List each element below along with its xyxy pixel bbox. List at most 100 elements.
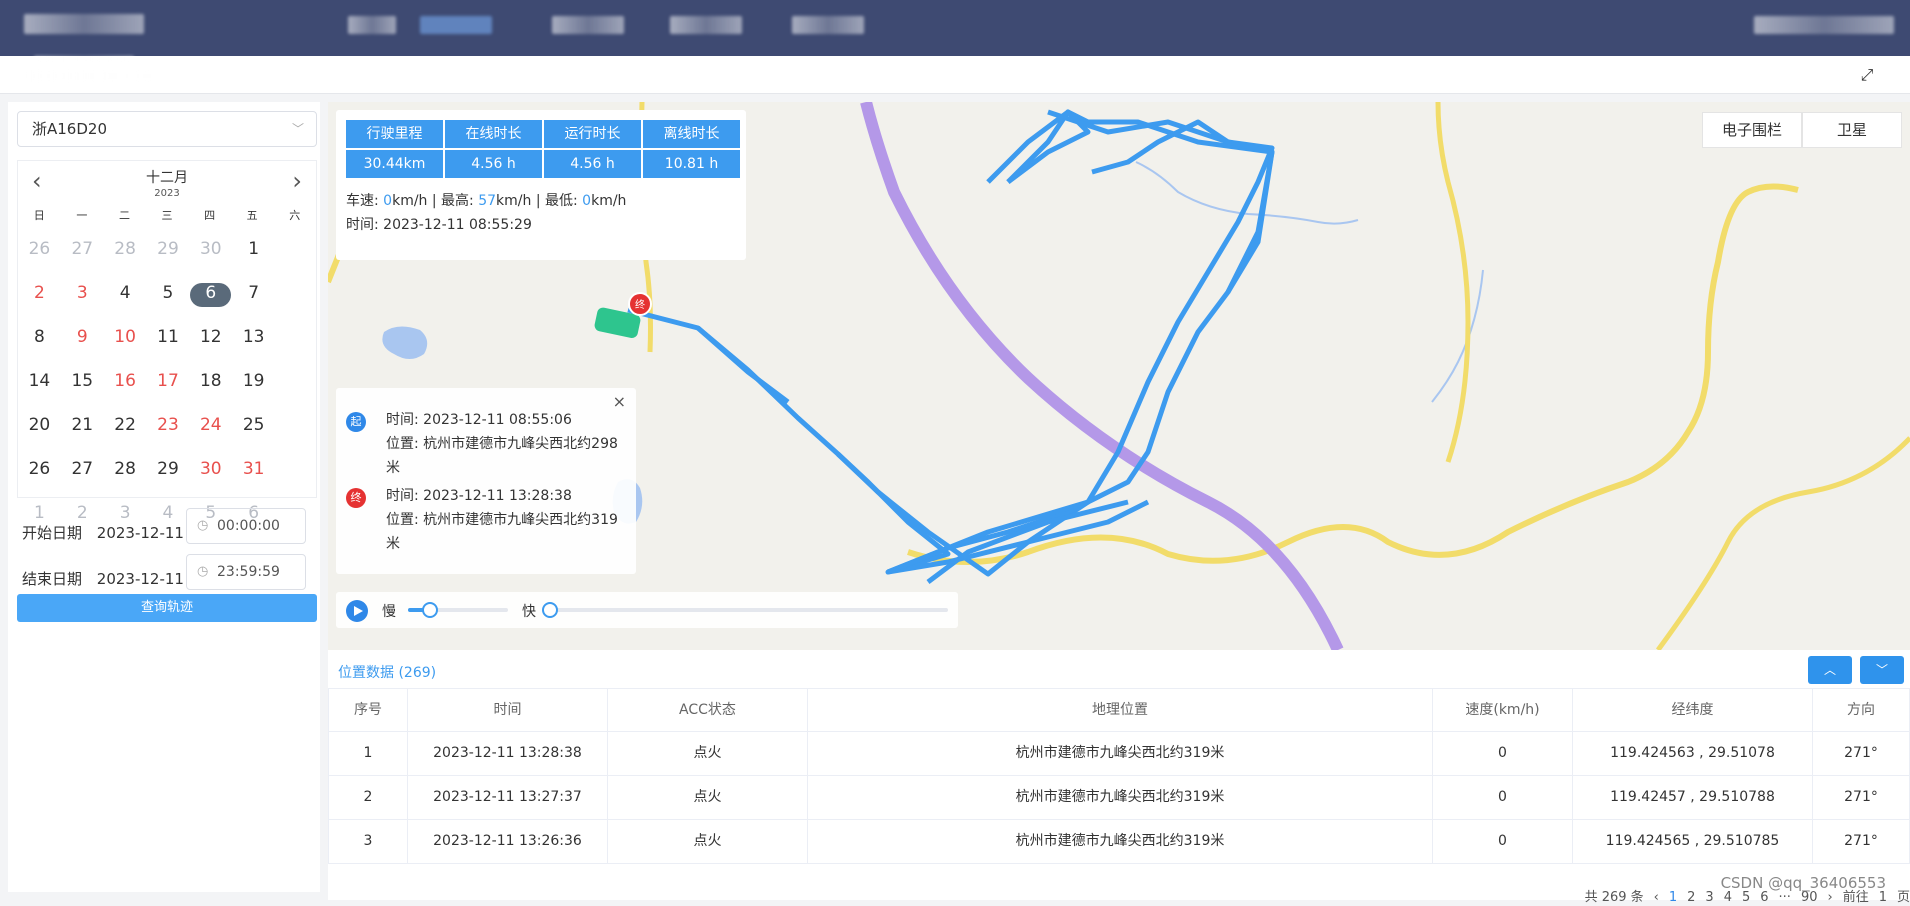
column-header[interactable]: 经纬度 <box>1573 689 1813 731</box>
pager-page[interactable]: 90 <box>1801 890 1818 905</box>
column-header[interactable]: 序号 <box>328 689 408 731</box>
nav-item-active[interactable] <box>420 16 492 34</box>
calendar-day[interactable]: 30 <box>189 227 232 271</box>
chevron-right-icon[interactable]: › <box>292 169 302 193</box>
progress-slider[interactable] <box>542 602 948 618</box>
calendar-day[interactable]: 11 <box>147 315 190 359</box>
calendar-day[interactable]: 24 <box>189 403 232 447</box>
calendar-day[interactable]: 29 <box>147 227 190 271</box>
fullscreen-icon[interactable]: ⤢ <box>1858 66 1876 84</box>
calendar-day[interactable]: 26 <box>18 447 61 491</box>
chevron-up-icon[interactable]: ︿ <box>1808 656 1852 684</box>
calendar-day[interactable]: 12 <box>189 315 232 359</box>
calendar-day[interactable]: 3 <box>61 271 104 315</box>
play-icon[interactable] <box>346 600 368 622</box>
pager-page[interactable]: 1 <box>1669 890 1677 905</box>
table-cell: 2023-12-11 13:28:38 <box>408 732 608 775</box>
calendar-day[interactable]: 27 <box>61 447 104 491</box>
table-row[interactable]: 3 2023-12-11 13:26:36 点火 杭州市建德市九峰尖西北约319米 0 1… <box>328 820 1910 864</box>
end-info: 时间: 2023-12-11 13:28:38 位置: 杭州市建德市九峰尖西北约… <box>386 484 626 556</box>
chevron-right-icon[interactable]: › <box>1827 890 1832 905</box>
calendar-day[interactable]: 4 <box>104 271 147 315</box>
layer-satellite-button[interactable]: 卫星 <box>1802 112 1902 148</box>
calendar-day[interactable]: 20 <box>18 403 61 447</box>
layer-fence-button[interactable]: 电子围栏 <box>1702 112 1802 148</box>
column-header[interactable]: 方向 <box>1813 689 1910 731</box>
progress-slider-handle[interactable] <box>542 602 558 618</box>
road <box>1655 436 1910 650</box>
pager-page[interactable]: 4 <box>1724 890 1732 905</box>
svg-text:终: 终 <box>635 298 645 311</box>
table-cell: 2 <box>328 776 408 819</box>
calendar-day[interactable]: 21 <box>61 403 104 447</box>
calendar-day[interactable]: 10 <box>104 315 147 359</box>
calendar-day-number: 21 <box>71 415 94 435</box>
speed-slider[interactable] <box>408 602 508 618</box>
table-cell: 1 <box>328 732 408 775</box>
calendar-day-number: 19 <box>242 371 265 391</box>
calendar-day[interactable]: 16 <box>104 359 147 403</box>
pager-page[interactable]: 2 <box>1687 890 1695 905</box>
column-header[interactable]: ACC状态 <box>608 689 808 731</box>
stats-value: 10.81 h <box>643 150 740 178</box>
calendar-day[interactable]: 14 <box>18 359 61 403</box>
calendar-day[interactable]: 15 <box>61 359 104 403</box>
calendar-day-number: 18 <box>199 371 222 391</box>
table-row[interactable]: 2 2023-12-11 13:27:37 点火 杭州市建德市九峰尖西北约319米 0 1… <box>328 776 1910 820</box>
nav-item[interactable] <box>670 16 742 34</box>
speed-line: 车速: 0km/h | 最高: 57km/h | 最低: 0km/h <box>346 190 626 210</box>
chevron-left-icon[interactable]: ‹ <box>32 169 42 193</box>
query-track-button[interactable]: 查询轨迹 <box>17 594 317 622</box>
calendar-day[interactable]: 6 <box>189 271 232 315</box>
column-header[interactable]: 速度(km/h) <box>1433 689 1573 731</box>
calendar-day-number: 27 <box>71 459 94 479</box>
calendar-day[interactable]: 9 <box>61 315 104 359</box>
table-row[interactable]: 1 2023-12-11 13:28:38 点火 杭州市建德市九峰尖西北约319米 0 1… <box>328 732 1910 776</box>
end-time-input[interactable]: ◷ 23:59:59 <box>186 554 306 590</box>
column-header[interactable]: 地理位置 <box>808 689 1433 731</box>
calendar-day[interactable]: 5 <box>147 271 190 315</box>
calendar-day[interactable]: 28 <box>104 227 147 271</box>
start-time-input[interactable]: ◷ 00:00:00 <box>186 508 306 544</box>
calendar-day[interactable]: 31 <box>232 447 275 491</box>
road <box>1435 102 1471 463</box>
user-menu[interactable] <box>1754 16 1894 34</box>
calendar-day[interactable]: 18 <box>189 359 232 403</box>
pager-goto-input[interactable]: 1 <box>1879 890 1887 905</box>
calendar-day[interactable]: 7 <box>232 271 275 315</box>
calendar-day[interactable]: 28 <box>104 447 147 491</box>
clock-icon: ◷ <box>197 564 209 579</box>
calendar-day[interactable]: 23 <box>147 403 190 447</box>
map-view[interactable]: 终 行驶里程 在线时长 运行时长 离线时长 30.44km 4.56 h 4.56 h 10.… <box>328 102 1910 650</box>
pager-page[interactable]: 6 <box>1760 890 1768 905</box>
calendar-day[interactable]: 29 <box>147 447 190 491</box>
speed-slider-handle[interactable] <box>422 602 438 618</box>
vehicle-select[interactable]: 浙A16D20 ﹀ <box>17 111 317 147</box>
calendar-day[interactable]: 19 <box>232 359 275 403</box>
calendar-days: 26 27 28 29 30 1 2 3 4 5 6 7 8 9 10 11 12 13 14 15 16 17 18 19 2… <box>18 227 316 535</box>
calendar-day-number: 1 <box>34 503 45 523</box>
stats-time: 时间: 2023-12-11 08:55:29 <box>346 217 532 233</box>
calendar-day-number: 10 <box>114 327 136 347</box>
stats-header: 运行时长 <box>544 120 641 148</box>
table-cell: 0 <box>1433 820 1573 863</box>
nav-item[interactable] <box>552 16 624 34</box>
pager-page[interactable]: 3 <box>1705 890 1713 905</box>
chevron-left-icon[interactable]: ‹ <box>1654 890 1659 905</box>
calendar-day[interactable]: 1 <box>232 227 275 271</box>
pager-page[interactable]: ··· <box>1779 890 1791 905</box>
calendar-day[interactable]: 8 <box>18 315 61 359</box>
pager-page[interactable]: 5 <box>1742 890 1750 905</box>
chevron-down-icon[interactable]: ﹀ <box>1860 656 1904 684</box>
nav-item[interactable] <box>348 16 396 34</box>
nav-item[interactable] <box>792 16 864 34</box>
column-header[interactable]: 时间 <box>408 689 608 731</box>
calendar-day[interactable]: 13 <box>232 315 275 359</box>
calendar-day[interactable]: 30 <box>189 447 232 491</box>
calendar-day[interactable]: 17 <box>147 359 190 403</box>
calendar-day[interactable]: 26 <box>18 227 61 271</box>
calendar-day[interactable]: 22 <box>104 403 147 447</box>
calendar-day[interactable]: 2 <box>18 271 61 315</box>
calendar-day[interactable]: 25 <box>232 403 275 447</box>
calendar-day[interactable]: 27 <box>61 227 104 271</box>
